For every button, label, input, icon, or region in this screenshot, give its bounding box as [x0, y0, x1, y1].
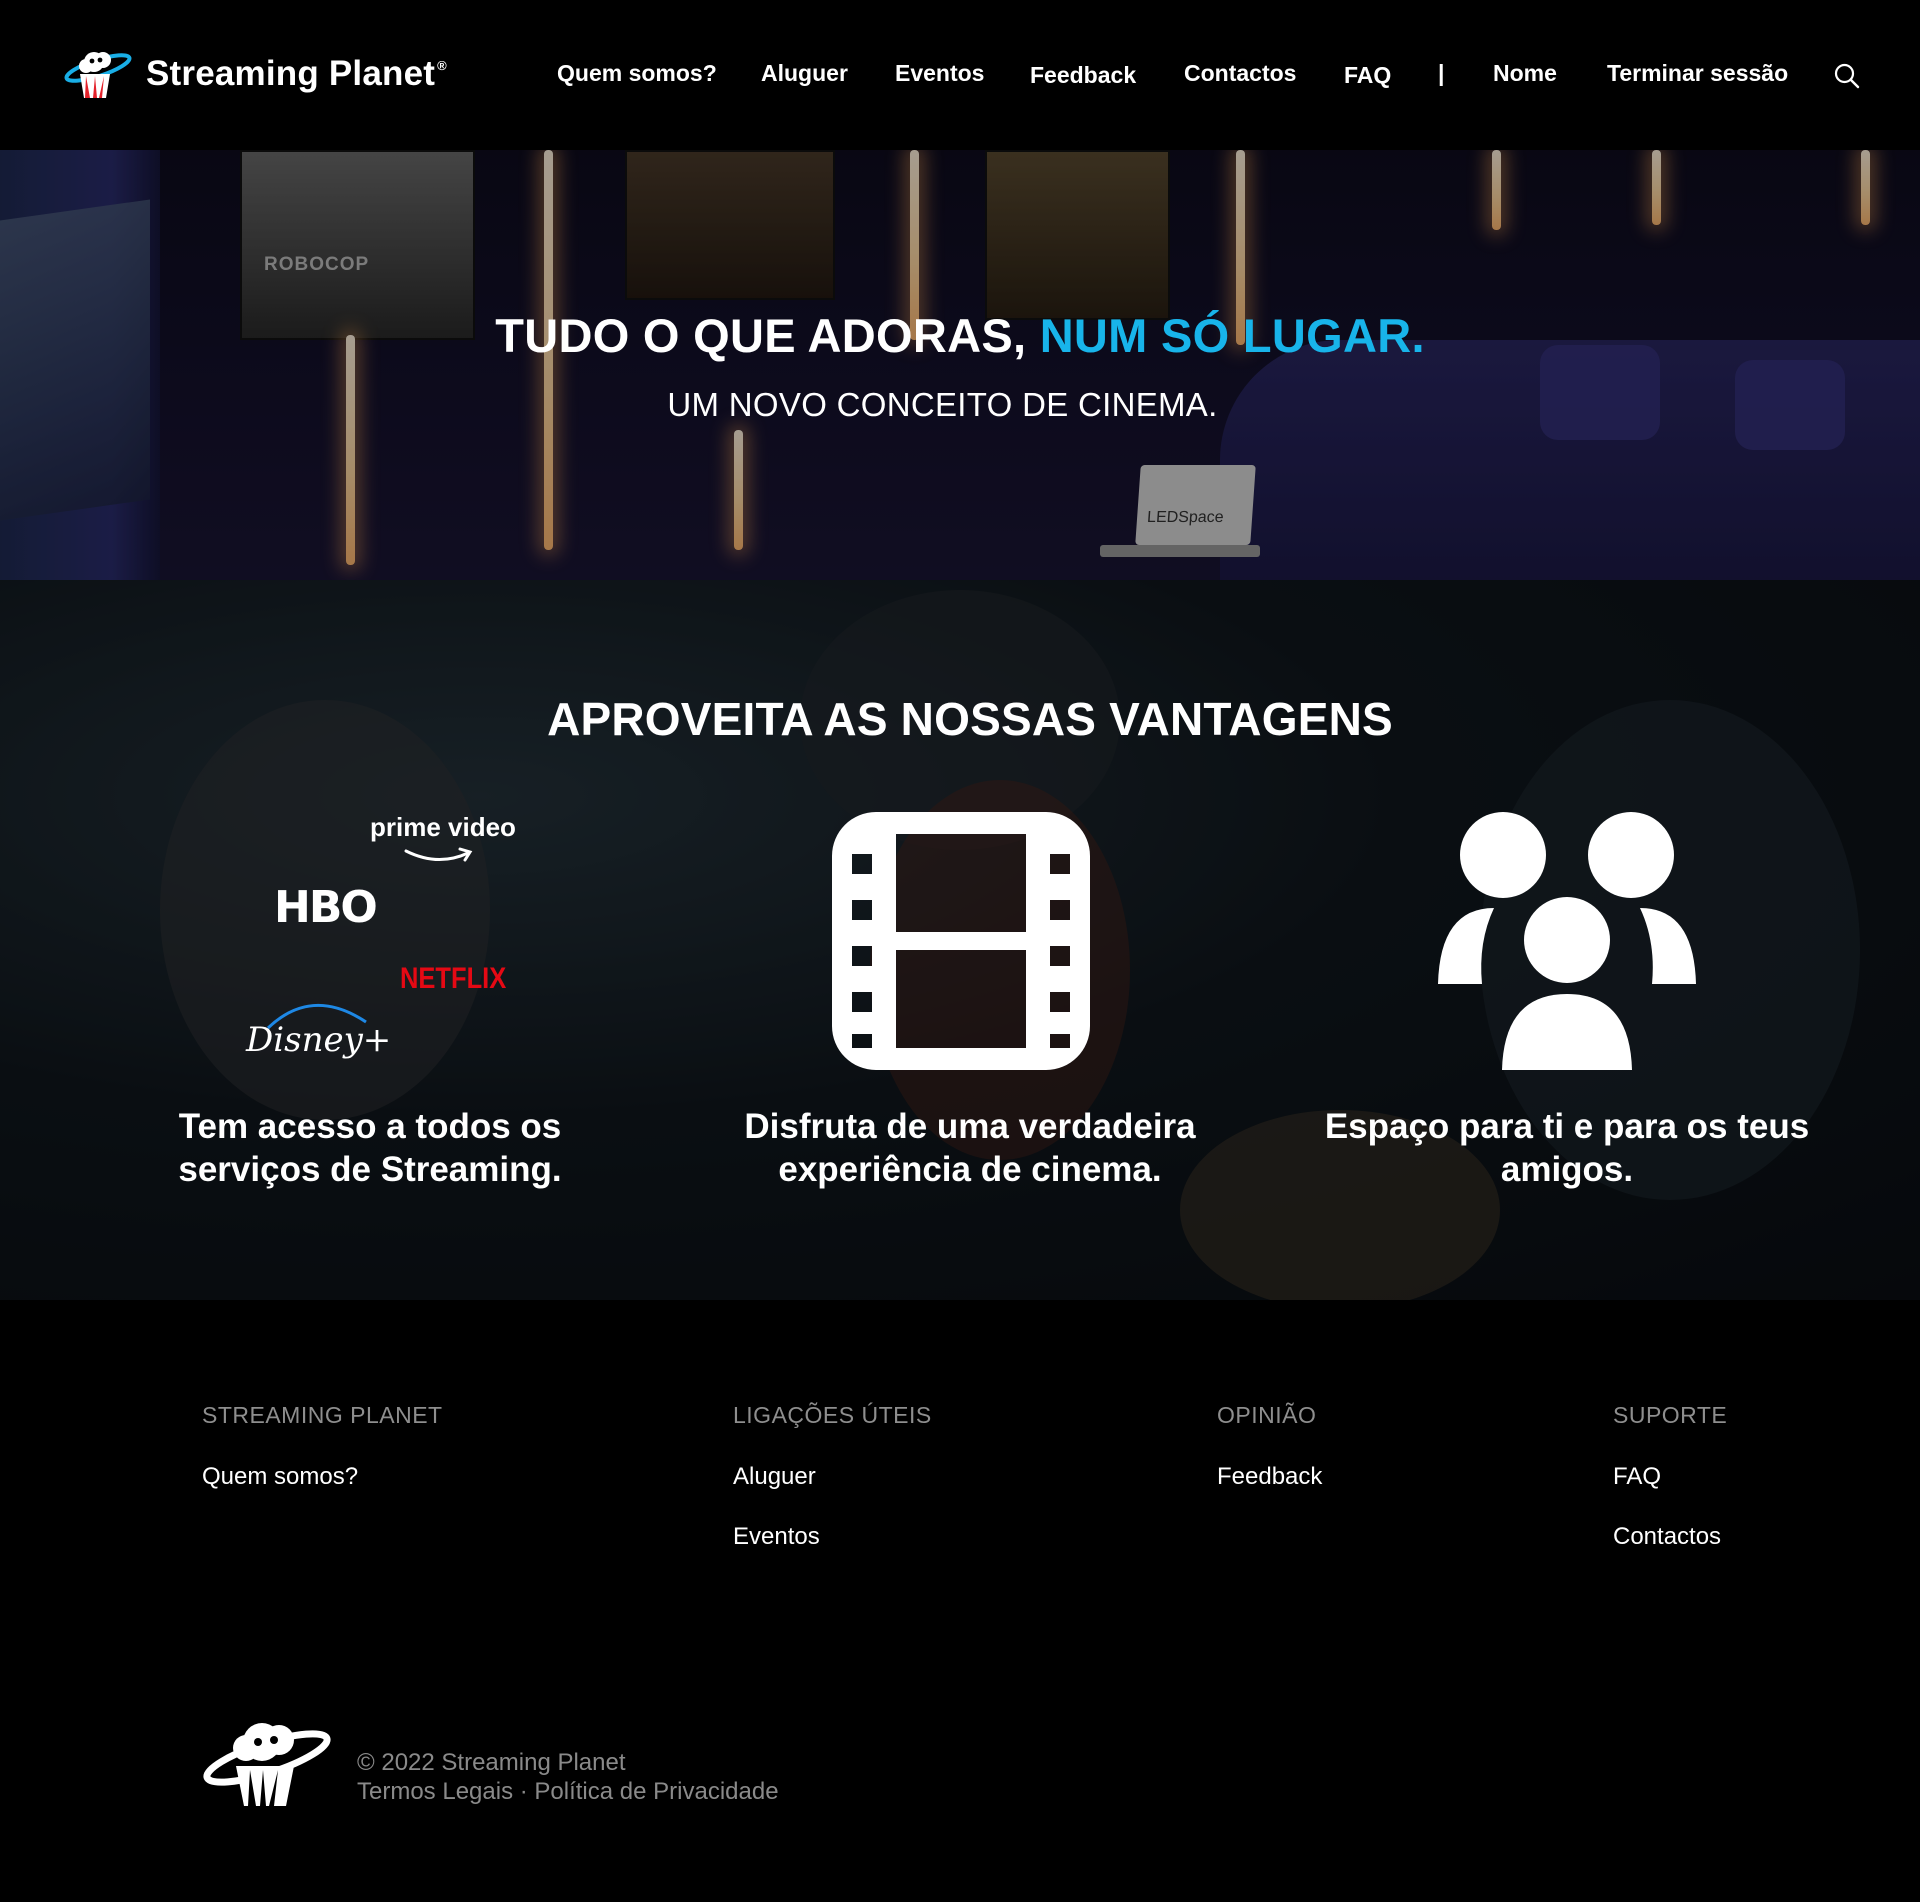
netflix-logo: NETFLIX: [400, 962, 507, 995]
nav-feedback[interactable]: Feedback: [1030, 62, 1136, 89]
nav-eventos[interactable]: Eventos: [895, 60, 984, 87]
advantage-friends: Espaço para ti e para os teus amigos.: [1307, 580, 1827, 1300]
footer-col-ligacoes-uteis: LIGAÇÕES ÚTEIS Aluguer Eventos: [733, 1402, 932, 1551]
footer-link-aluguer[interactable]: Aluguer: [733, 1463, 932, 1491]
advantage-cinema: Disfruta de uma verdadeira experiência d…: [710, 580, 1230, 1300]
footer-col-opiniao: OPINIÃO Feedback: [1217, 1402, 1322, 1491]
footer-link-termos-legais[interactable]: Termos Legais: [357, 1778, 513, 1805]
nav-logout[interactable]: Terminar sessão: [1607, 60, 1788, 87]
planet-popcorn-logo-icon: [64, 52, 132, 98]
hbo-logo: HBO: [274, 882, 378, 933]
brand-link[interactable]: Streaming Planet ®: [64, 48, 447, 100]
advantage-friends-text: Espaço para ti e para os teus amigos.: [1324, 1107, 1810, 1189]
disney-plus-logo: Disney+: [246, 1020, 392, 1060]
footer-heading: LIGAÇÕES ÚTEIS: [733, 1402, 932, 1428]
footer-link-quem-somos[interactable]: Quem somos?: [202, 1463, 443, 1491]
advantage-streaming: prime video HBO NETFLIX Disney+ Tem aces…: [110, 580, 630, 1300]
footer-legal-separator: ·: [513, 1778, 535, 1805]
top-navbar: Streaming Planet ® Quem somos? Aluguer Ev…: [0, 0, 1920, 150]
planet-popcorn-logo-icon: [203, 1723, 331, 1806]
footer-copyright-block: © 2022 Streaming Planet Termos Legais · …: [357, 1748, 779, 1806]
advantage-streaming-text: Tem acesso a todos os serviços de Stream…: [178, 1107, 562, 1189]
hero-title-accent: NUM SÓ LUGAR.: [1039, 309, 1425, 362]
footer-heading: SUPORTE: [1613, 1402, 1728, 1428]
hero-subtitle: UM NOVO CONCEITO DE CINEMA.: [667, 386, 1218, 423]
hero-title-main: TUDO O QUE ADORAS,: [495, 309, 1040, 362]
footer-copyright: © 2022 Streaming Planet: [357, 1749, 626, 1776]
advantage-cinema-text: Disfruta de uma verdadeira experiência d…: [744, 1107, 1196, 1189]
footer-heading: OPINIÃO: [1217, 1402, 1317, 1428]
footer-link-contactos[interactable]: Contactos: [1613, 1523, 1727, 1551]
registered-mark: ®: [437, 58, 447, 73]
footer-col-suporte: SUPORTE FAQ Contactos: [1613, 1402, 1727, 1551]
search-icon[interactable]: [1833, 62, 1861, 90]
footer-legal-links: Termos Legais · Política de Privacidade: [357, 1777, 779, 1806]
prime-video-smile-icon: [404, 847, 473, 862]
nav-separator: |: [1438, 60, 1445, 86]
brand-name: Streaming Planet ®: [146, 54, 447, 93]
hero-overlay: [0, 150, 1920, 580]
nav-quem-somos[interactable]: Quem somos?: [557, 60, 717, 87]
nav-aluguer[interactable]: Aluguer: [761, 60, 848, 87]
footer-link-faq[interactable]: FAQ: [1613, 1463, 1727, 1491]
nav-contactos[interactable]: Contactos: [1184, 60, 1296, 87]
site-footer: STREAMING PLANET Quem somos? LIGAÇÕES ÚT…: [0, 1300, 1920, 1902]
footer-link-privacidade[interactable]: Política de Privacidade: [534, 1778, 778, 1805]
film-strip-icon: [832, 812, 1090, 1070]
hero-title: TUDO O QUE ADORAS, NUM SÓ LUGAR.: [0, 308, 1920, 363]
footer-link-feedback[interactable]: Feedback: [1217, 1463, 1322, 1491]
nav-user-name[interactable]: Nome: [1493, 60, 1557, 87]
footer-heading: STREAMING PLANET: [202, 1402, 443, 1428]
footer-link-eventos[interactable]: Eventos: [733, 1523, 932, 1551]
prime-video-logo: prime video: [370, 812, 516, 842]
group-people-icon: [1438, 812, 1696, 1070]
footer-col-streaming-planet: STREAMING PLANET Quem somos?: [202, 1402, 443, 1491]
nav-faq[interactable]: FAQ: [1344, 62, 1391, 89]
hero-banner: ROBOCOP LEDSpace TUDO O QUE ADORAS, NUM …: [0, 150, 1920, 580]
advantages-section: APROVEITA AS NOSSAS VANTAGENS prime vide…: [0, 580, 1920, 1300]
